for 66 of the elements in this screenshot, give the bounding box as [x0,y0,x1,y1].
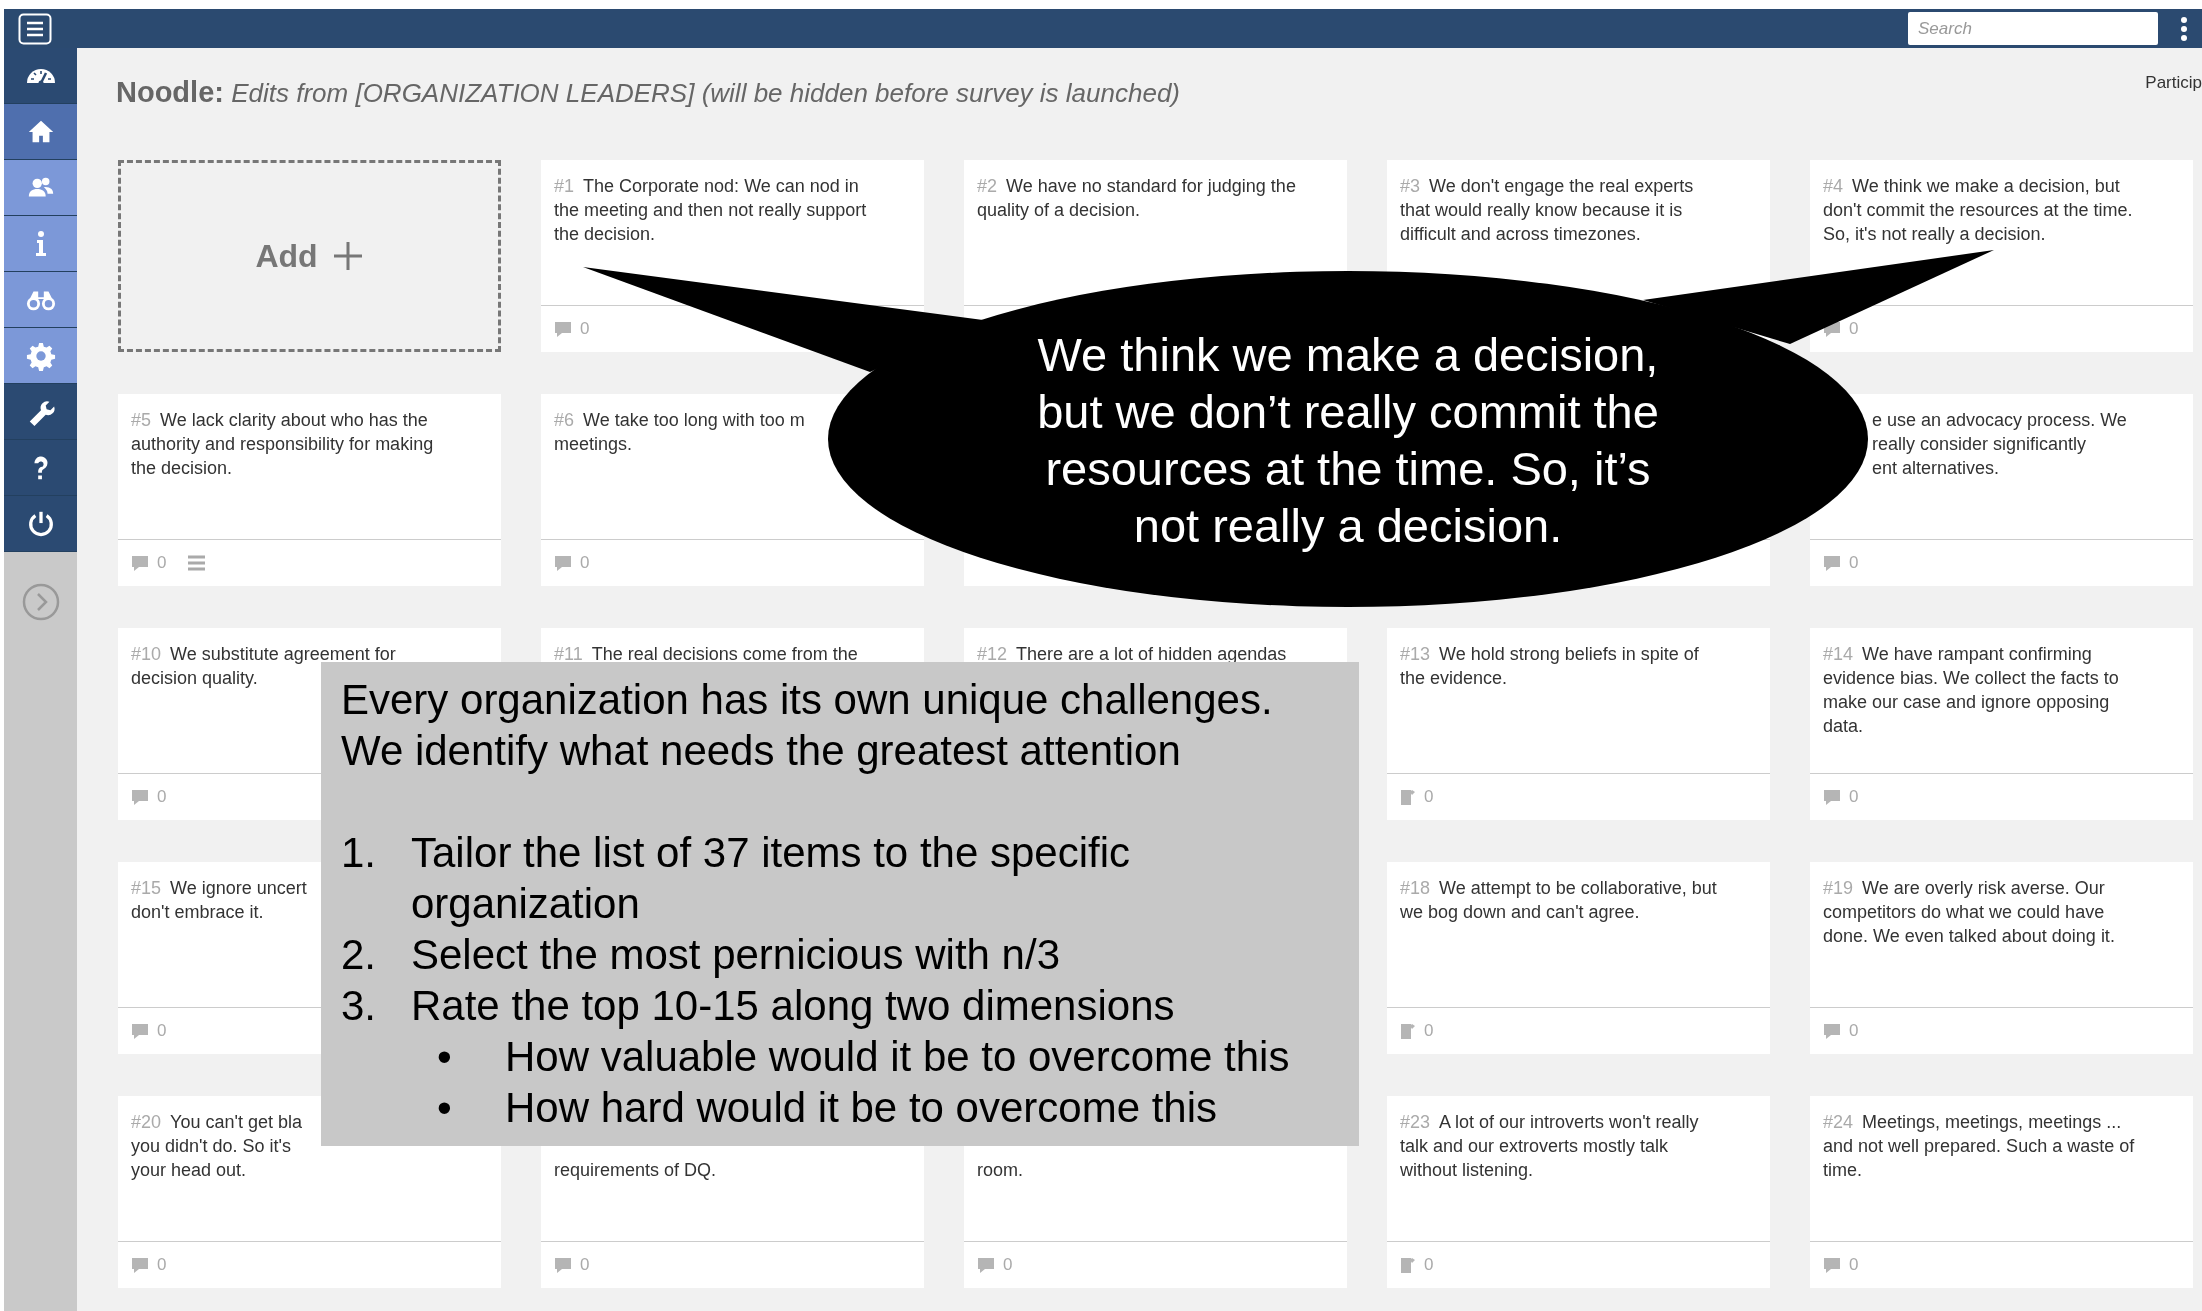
comment-count: 0 [580,319,590,339]
bullet-mark: • [437,1032,453,1082]
card-text: room. [977,1159,1023,1182]
note-icon[interactable] [1400,788,1416,806]
more-icon[interactable] [2180,15,2188,42]
sidebar-item[interactable] [4,104,77,160]
card-text: #19 We are overly risk averse. Our competitors do what we could have done. We even talked about doing it. [1823,877,2115,948]
chevron-circle-icon[interactable] [20,582,61,622]
card-text: #12 There are a lot of hidden agendas [977,643,1287,666]
step-text: Tailor the list of 37 items to the specific organization [411,828,1130,929]
sidebar-item[interactable] [4,440,77,496]
card-text: #3 We don't engage the real experts that would really know because it is difficult and across timezones. [1400,175,1694,246]
comment-count: 0 [1849,1021,1859,1041]
page-title: Noodle: Edits from [ORGANIZATION LEADERS] (will be hidden before survey is launched) [116,76,1181,109]
card-text: #14 We have rampant confirming evidence bias. We collect the facts to make our case and ignore opposing data. [1823,643,2119,738]
plus-icon [331,240,364,272]
card-text: #5 We lack clarity about who has the authority and responsibility for making the decision. [131,409,434,480]
comment-count: 0 [1849,1255,1859,1275]
comment-count: 0 [1424,787,1434,807]
comment-count: 0 [1849,319,1859,339]
sidebar-item[interactable] [4,48,77,104]
comment-count: 0 [580,1255,590,1275]
card-text: #4 We think we make a decision, but don't commit the resources at the time. So, it's not really a decision. [1823,175,2133,246]
card-text: #20 You can't get bla you didn't do. So it's your head out. [131,1111,302,1182]
bullet-mark: • [437,1083,453,1133]
sidebar-item[interactable] [4,496,77,552]
card-text: #6 We take too long with too m meetings. [554,409,805,456]
card-text: #24 Meetings, meetings, meetings ... and not well prepared. Such a waste of time. [1823,1111,2135,1182]
add-button[interactable]: Add [118,160,501,352]
step-number: 1. [341,828,378,878]
step-text: Rate the top 10-15 along two dimensions [411,981,1175,1031]
search-field[interactable]: Search [1908,12,2158,45]
step-text: Select the most pernicious with n/3 [411,930,1060,980]
comment-count: 0 [580,553,590,573]
card-text: #2 We have no standard for judging the quality of a decision. [977,175,1296,222]
card-text: #13 We hold strong beliefs in spite of the evidence. [1400,643,1699,690]
comment-count: 0 [1849,553,1859,573]
card-text: #23 A lot of our introverts won't really talk and our extroverts mostly talk without listening. [1400,1111,1699,1182]
info-icon [34,230,47,257]
list-icon[interactable] [188,555,206,571]
gear-icon [25,340,56,371]
step-number: 2. [341,930,378,980]
bullet-text: How valuable would it be to overcome this [505,1032,1290,1082]
comment-count: 0 [1003,1255,1013,1275]
comment-count: 0 [1849,787,1859,807]
comment-count: 0 [157,1255,167,1275]
step-number: 3. [341,981,378,1031]
comment-count: 0 [157,1021,167,1041]
gauge-icon [25,67,56,84]
card-text: #18 We attempt to be collaborative, but we bog down and can't agree. [1400,877,1717,924]
note-icon[interactable] [1400,1022,1416,1040]
callout-text: We think we make a decision, but we don’t really commit the resources at the time. So, it’s not really a decision. [1036,327,1660,554]
note-icon[interactable] [1400,1256,1416,1274]
card-text: requirements of DQ. [554,1159,717,1182]
card-text: #1 The Corporate nod: We can nod in the meeting and then not really support the decision. [554,175,867,246]
comment-count: 0 [1424,1255,1434,1275]
card-text: e use an advocacy process. We really consider significantly ent alternatives. [1872,409,2127,480]
comment-count: 0 [157,553,167,573]
comment-count: 0 [157,787,167,807]
card-text: #11 The real decisions come from the [554,643,858,666]
card-text: #15 We ignore uncert don't embrace it. [131,877,307,924]
sidebar-item[interactable] [4,384,77,440]
menu-icon[interactable] [18,12,52,45]
bullet-text: How hard would it be to overcome this [505,1083,1217,1133]
comment-count: 0 [1424,1021,1434,1041]
participants-label: Particip [2145,73,2202,93]
